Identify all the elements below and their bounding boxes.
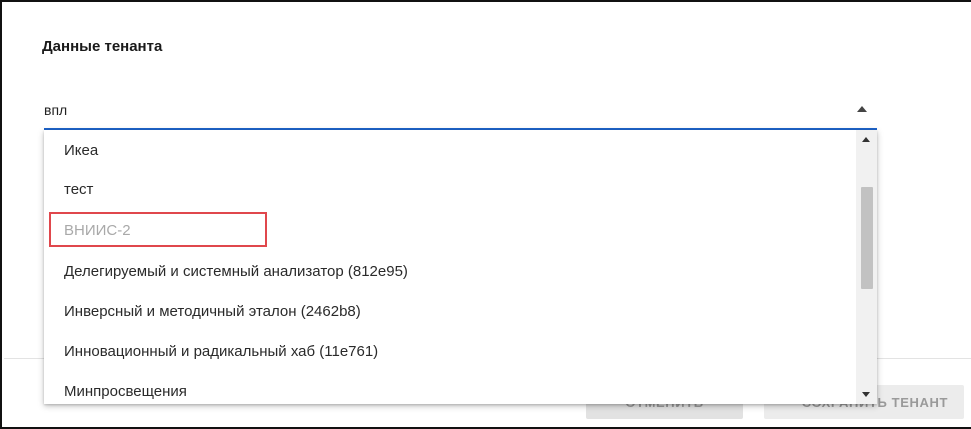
tenant-select-value[interactable]: впл <box>44 102 67 118</box>
highlight-annotation <box>49 212 267 247</box>
scroll-up-arrow-icon[interactable] <box>862 137 870 142</box>
dropdown-option[interactable]: Минпросвещения <box>44 371 856 404</box>
dropdown-option[interactable]: Икеа <box>44 130 856 170</box>
dropdown-option[interactable]: тест <box>44 169 856 209</box>
dropdown-option[interactable]: Инверсный и методичный эталон (2462b8) <box>44 291 856 331</box>
dropdown-option[interactable]: Делегируемый и системный анализатор (812… <box>44 251 856 291</box>
section-title: Данные тенанта <box>42 38 163 55</box>
tenant-select[interactable]: впл <box>44 94 877 130</box>
tenant-dropdown-list[interactable]: Икеа тест ВНИИС-2 Делегируемый и системн… <box>44 130 877 404</box>
dropdown-scrollbar[interactable] <box>856 130 877 404</box>
dialog-frame: Данные тенанта впл ОТМЕНИТЬ СОХРАНИТЬ ТЕ… <box>0 0 971 429</box>
dropdown-option[interactable]: Инновационный и радикальный хаб (11e761) <box>44 331 856 371</box>
caret-up-icon[interactable] <box>857 106 867 112</box>
scroll-down-arrow-icon[interactable] <box>862 392 870 397</box>
scrollbar-thumb[interactable] <box>861 187 873 289</box>
